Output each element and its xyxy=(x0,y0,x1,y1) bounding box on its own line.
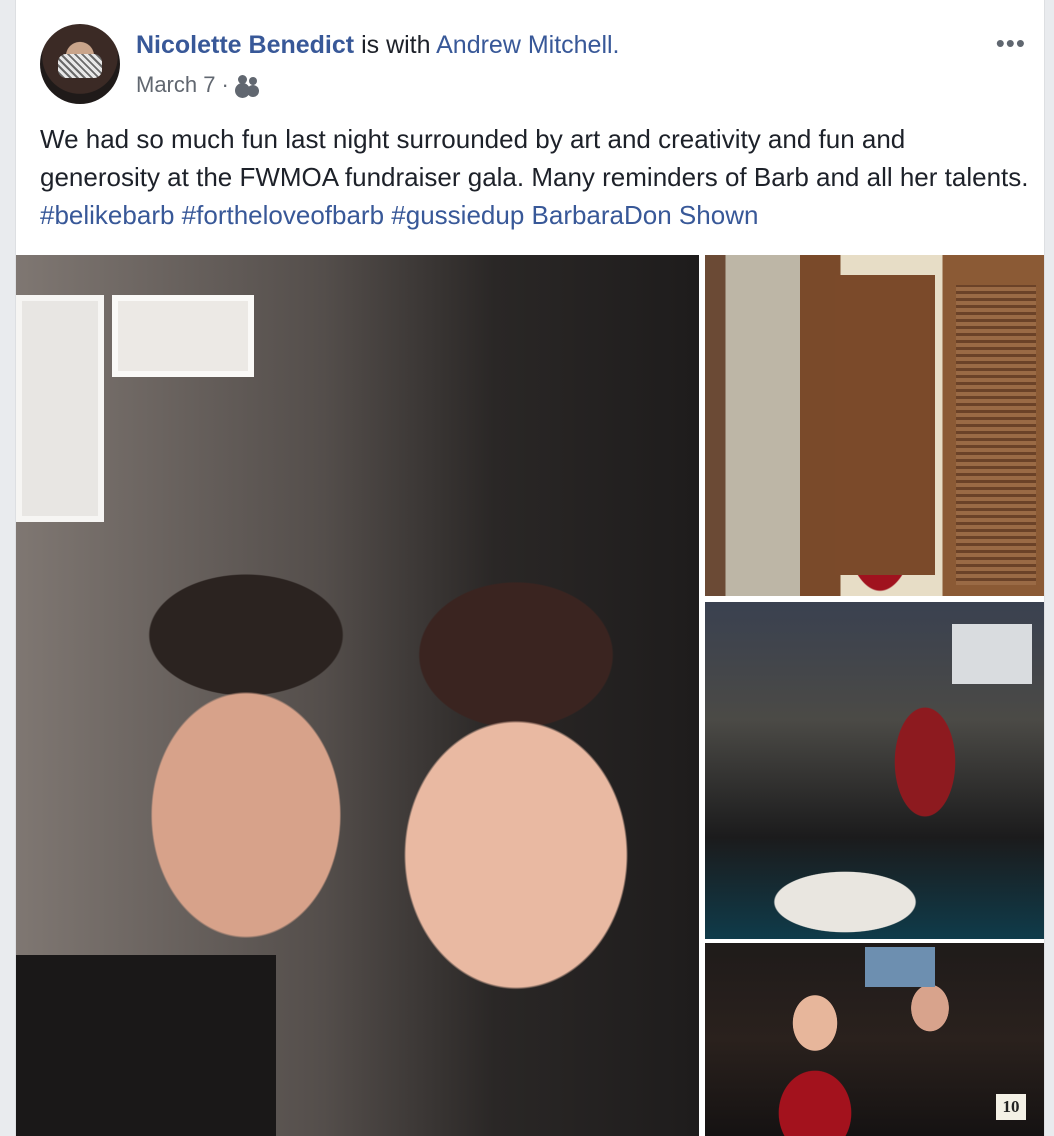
projector-screen xyxy=(865,947,935,987)
post-date[interactable]: March 7 xyxy=(136,72,215,98)
door-shape xyxy=(835,275,935,575)
photo-red-dress[interactable] xyxy=(705,255,1044,596)
tagged-user-link[interactable]: Andrew Mitchell. xyxy=(436,31,619,59)
face-mask xyxy=(58,54,102,78)
suit-shape xyxy=(16,955,276,1136)
friends-group-icon[interactable] xyxy=(235,75,261,95)
more-options-button[interactable]: ••• xyxy=(996,28,1026,59)
blinds-shape xyxy=(956,285,1036,585)
post-meta: March 7 · xyxy=(136,72,261,98)
table-number-card: 10 xyxy=(996,1094,1026,1120)
hashtag-link[interactable]: #belikebarb xyxy=(40,200,174,230)
with-text: is with xyxy=(361,31,431,59)
wall-frame xyxy=(16,295,104,522)
feed-post: Nicolette Benedict is with Andrew Mitche… xyxy=(15,0,1045,1136)
hashtag-link[interactable]: #gussiedup xyxy=(391,200,524,230)
meta-separator: · xyxy=(221,72,229,97)
projector-screen xyxy=(952,624,1032,684)
author-avatar[interactable] xyxy=(40,24,120,104)
hashtag-link[interactable]: #fortheloveofbarb xyxy=(182,200,384,230)
post-text-main: We had so much fun last night surrounded… xyxy=(40,124,1029,192)
wall-frame xyxy=(112,295,254,377)
author-link[interactable]: Nicolette Benedict xyxy=(136,31,354,59)
photo-couple-at-table[interactable]: 10 xyxy=(705,943,1044,1136)
photo-couple-selfie[interactable] xyxy=(16,255,699,1136)
tagged-name-link[interactable]: BarbaraDon Shown xyxy=(532,200,759,230)
post-header: Nicolette Benedict is with Andrew Mitche… xyxy=(136,31,620,60)
photo-gala-tables[interactable] xyxy=(705,602,1044,939)
post-body: We had so much fun last night surrounded… xyxy=(40,120,1030,234)
